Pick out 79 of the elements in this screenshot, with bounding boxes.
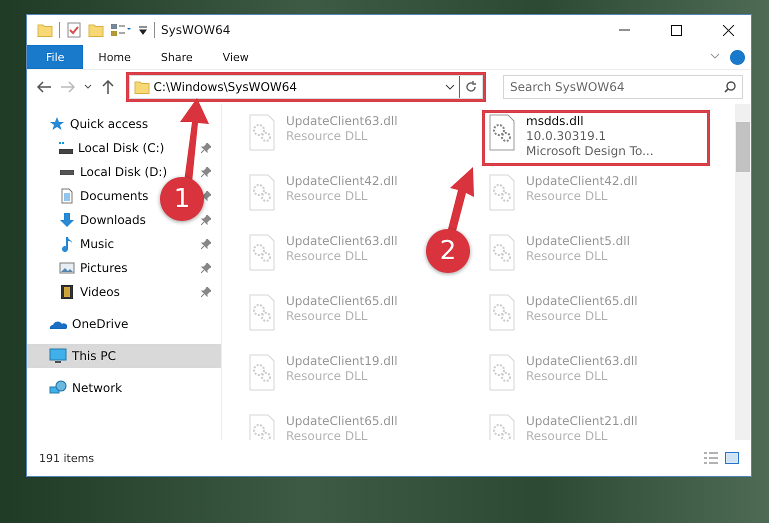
file-name: UpdateClient42.dll [286, 174, 398, 189]
ribbon-tab[interactable]: Share [146, 45, 208, 69]
sidebar-item[interactable]: Music [27, 232, 118, 256]
dropdown-icon[interactable] [445, 83, 456, 91]
file-detail: Resource DLL [286, 429, 368, 440]
monitor-icon [49, 348, 67, 364]
film-icon [59, 284, 75, 300]
file-name: UpdateClient63.dll [286, 114, 398, 129]
checklist-icon[interactable] [66, 22, 82, 38]
file-detail: 10.0.30319.1 [526, 129, 608, 144]
drive-icon [59, 142, 73, 154]
details-view-icon[interactable] [703, 451, 719, 465]
sidebar-item[interactable]: Pictures [27, 256, 132, 280]
file-detail: Resource DLL [526, 189, 608, 204]
file-name: UpdateClient19.dll [286, 354, 398, 369]
download-icon [59, 212, 75, 228]
sidebar-item[interactable]: Videos [27, 280, 124, 304]
file-name: UpdateClient65.dll [526, 294, 638, 309]
dropdown-icon[interactable] [138, 25, 148, 35]
file-detail: Microsoft Design To... [526, 144, 654, 159]
file-name: UpdateClient42.dll [526, 174, 638, 189]
sidebar-item[interactable]: Documents [27, 184, 152, 208]
settings-file-icon [488, 114, 516, 152]
file-detail: Resource DLL [526, 369, 608, 384]
file-detail: Resource DLL [526, 309, 608, 324]
settings-file-icon [248, 174, 276, 212]
settings-file-icon [488, 174, 516, 212]
caret-icon [84, 84, 92, 90]
sidebar-item[interactable]: Downloads [27, 208, 150, 232]
file-detail: Resource DLL [526, 429, 608, 440]
file-name: UpdateClient63.dll [286, 234, 398, 249]
scrollbar[interactable] [735, 104, 751, 440]
close-icon [722, 24, 734, 36]
settings-file-icon [248, 354, 276, 392]
sidebar-item[interactable]: Quick access [27, 112, 152, 136]
settings-file-icon [248, 114, 276, 152]
address-bar[interactable]: C:\Windows\SysWOW64 [128, 75, 484, 99]
help-icon[interactable] [730, 50, 745, 65]
file-detail: Resource DLL [526, 249, 608, 264]
ribbon-tab[interactable]: File [27, 45, 84, 69]
file-name: UpdateClient63.dll [526, 354, 638, 369]
file-name: UpdateClient65.dll [286, 294, 398, 309]
file-detail: Resource DLL [286, 369, 368, 384]
file-name: UpdateClient65.dll [286, 414, 398, 429]
file-detail: Resource DLL [286, 309, 368, 324]
ribbon-tab[interactable]: View [208, 45, 264, 69]
file-detail: Resource DLL [286, 249, 368, 264]
address-path: C:\Windows\SysWOW64 [154, 80, 298, 94]
maximize-icon [670, 24, 682, 36]
sidebar-item[interactable]: OneDrive [27, 312, 132, 336]
file-detail: Resource DLL [286, 189, 368, 204]
file-item[interactable]: msdds.dll 10.0.30319.1 Microsoft Design To... [482, 110, 710, 166]
settings-file-icon [488, 294, 516, 332]
large-icons-view-icon[interactable] [725, 452, 739, 464]
document-icon [59, 188, 75, 204]
ribbon-tab[interactable]: Home [83, 45, 146, 69]
network-icon [49, 380, 67, 396]
file-name: UpdateClient5.dll [526, 234, 630, 249]
settings-file-icon [248, 294, 276, 332]
search-field[interactable]: Search SysWOW64 [503, 75, 744, 99]
window-title: SysWOW64 [161, 23, 230, 37]
picture-icon [59, 260, 75, 276]
settings-file-icon [248, 234, 276, 272]
file-detail: Resource DLL [286, 129, 368, 144]
search-icon [724, 81, 736, 93]
file-name: msdds.dll [526, 114, 585, 129]
star-icon [49, 116, 65, 132]
properties-icon[interactable] [110, 22, 132, 38]
item-count: 191 items [39, 452, 94, 464]
sidebar-item[interactable]: This PC [27, 344, 221, 368]
refresh-icon[interactable] [465, 81, 478, 93]
minimize-icon [618, 29, 630, 31]
sidebar-item[interactable]: Network [27, 376, 126, 400]
sidebar-item[interactable]: Local Disk (C:) [27, 136, 168, 160]
drive-icon [60, 170, 74, 174]
file-name: UpdateClient21.dll [526, 414, 638, 429]
settings-file-icon [488, 234, 516, 272]
settings-file-icon [488, 354, 516, 392]
chevron-icon[interactable] [710, 52, 720, 60]
